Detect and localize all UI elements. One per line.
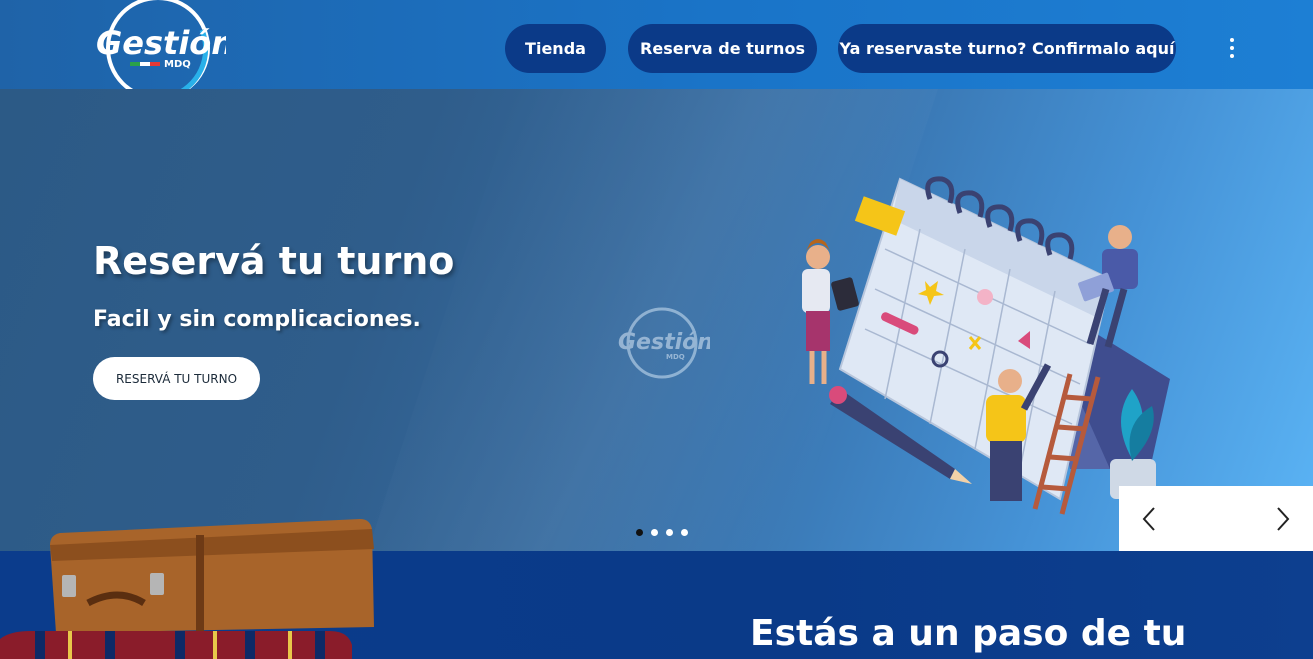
watermark-subtext: MDQ <box>666 353 685 361</box>
watermark-text: Gestión <box>618 330 710 355</box>
carousel-dot-3[interactable] <box>666 529 673 536</box>
suitcase-image <box>0 519 374 659</box>
gestion-watermark-logo: Gestión MDQ <box>618 307 710 379</box>
kebab-menu-icon[interactable] <box>1220 34 1244 62</box>
carousel-arrows <box>1119 486 1313 551</box>
chevron-left-icon[interactable] <box>1119 486 1179 551</box>
hero-title: Reservá tu turno <box>93 239 455 283</box>
hero-carousel: Reservá tu turno Facil y sin complicacio… <box>0 89 1313 551</box>
carousel-indicators <box>636 529 688 536</box>
section-title: Estás a un paso de tu <box>750 613 1187 654</box>
nav-confirmar-turno-button[interactable]: Ya reservaste turno? Confirmalo aquí <box>838 24 1176 73</box>
logo-text: Gestión <box>96 24 226 62</box>
nav-reserva-turnos-button[interactable]: Reserva de turnos <box>628 24 817 73</box>
chevron-right-icon[interactable] <box>1253 486 1313 551</box>
carousel-dot-1[interactable] <box>636 529 643 536</box>
reserve-turn-button[interactable]: RESERVÁ TU TURNO <box>93 357 260 400</box>
calendar-illustration <box>802 176 1170 515</box>
gestion-mdq-logo[interactable]: Gestión MDQ <box>92 0 226 100</box>
carousel-dot-2[interactable] <box>651 529 658 536</box>
site-header: Gestión MDQ Tienda Reserva de turnos Ya … <box>0 0 1313 100</box>
nav-tienda-button[interactable]: Tienda <box>505 24 606 73</box>
carousel-dot-4[interactable] <box>681 529 688 536</box>
hero-subtitle: Facil y sin complicaciones. <box>93 307 421 332</box>
logo-subtext: MDQ <box>164 59 191 70</box>
